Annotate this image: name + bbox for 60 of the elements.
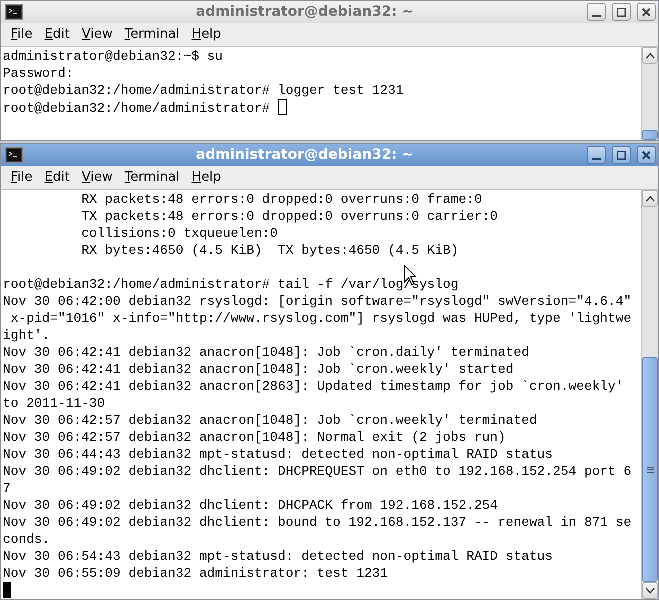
terminal-line: 7 xyxy=(3,481,11,496)
terminal-line: Nov 30 06:44:43 debian32 mpt-statusd: detected non-optimal RAID status xyxy=(3,447,554,462)
menu-item[interactable]: View xyxy=(76,24,119,44)
terminal-line: ight'. xyxy=(3,328,50,343)
minimize-button[interactable] xyxy=(587,146,606,164)
terminal-line: Nov 30 06:42:41 debian32 anacron[1048]: Job `cron.daily' terminated xyxy=(3,345,530,360)
scrollbar-thumb[interactable] xyxy=(642,357,658,582)
terminal-line: Password: xyxy=(3,66,74,81)
scrollbar-thumb[interactable] xyxy=(642,130,658,140)
terminal-line: root@debian32:/home/administrator# tail -f /var/log/syslog xyxy=(3,277,459,292)
terminal-line: Nov 30 06:42:41 debian32 anacron[1048]: Job `cron.weekly' started xyxy=(3,362,514,377)
menu-item[interactable]: Help xyxy=(186,24,228,44)
maximize-button[interactable] xyxy=(612,146,631,164)
terminal-line: Nov 30 06:55:09 debian32 administrator: test 1231 xyxy=(3,566,388,581)
terminal-line: Nov 30 06:42:57 debian32 anacron[1048]: Normal exit (2 jobs run) xyxy=(3,430,506,445)
maximize-icon xyxy=(617,8,626,16)
menu-item[interactable]: File xyxy=(5,168,39,188)
scroll-up-icon xyxy=(646,196,654,202)
scroll-up-icon xyxy=(646,52,654,58)
maximize-button[interactable] xyxy=(612,3,631,21)
terminal-line: TX packets:48 errors:0 dropped:0 overruns:0 carrier:0 xyxy=(80,209,498,224)
maximize-icon xyxy=(617,150,626,160)
close-icon xyxy=(642,150,651,160)
terminal-line: Nov 30 06:42:57 debian32 anacron[1048]: Job `cron.weekly' terminated xyxy=(3,413,538,428)
terminal-line: collisions:0 txqueuelen:0 xyxy=(80,226,278,241)
menu-item[interactable]: Help xyxy=(186,168,228,188)
terminal-line: Nov 30 06:49:02 debian32 dhclient: bound to 192.168.152.137 -- renewal in 871 se xyxy=(3,515,632,530)
close-button[interactable] xyxy=(637,146,656,164)
terminal-line: Nov 30 06:42:00 debian32 rsyslogd: [origin software="rsyslogd" swVersion="4.6.4" xyxy=(3,294,632,309)
terminal-line: x-pid="1016" x-info="http://www.rsyslog.com"] rsyslogd was HUPed, type 'lightwe xyxy=(10,311,632,326)
scrollbar[interactable] xyxy=(641,190,658,599)
terminal-line: Nov 30 06:54:43 debian32 mpt-statusd: detected non-optimal RAID status xyxy=(3,549,554,564)
terminal-line: root@debian32:/home/administrator# logger test 1231 xyxy=(3,83,404,98)
scroll-down-icon xyxy=(646,588,654,594)
menu-item[interactable]: View xyxy=(76,168,119,188)
scrollbar[interactable] xyxy=(641,47,658,140)
terminal-line: Nov 30 06:49:02 debian32 dhclient: DHCPREQUEST on eth0 to 192.168.152.254 port 6 xyxy=(3,464,632,479)
minimize-icon xyxy=(592,14,601,16)
terminal-line: Nov 30 06:42:41 debian32 anacron[2863]: Updated timestamp for job `cron.weekly' xyxy=(3,379,624,394)
menu-item[interactable]: Edit xyxy=(38,168,76,188)
menu-item[interactable]: Edit xyxy=(38,24,76,44)
close-icon xyxy=(642,8,651,16)
terminal-line: RX packets:48 errors:0 dropped:0 overruns:0 frame:0 xyxy=(80,192,482,207)
window-title: administrator@debian32: ~ xyxy=(195,2,415,22)
window-title: administrator@debian32: ~ xyxy=(195,146,415,164)
menu-item[interactable]: Terminal xyxy=(118,24,186,44)
minimize-icon xyxy=(592,158,601,160)
terminal-line: Nov 30 06:49:02 debian32 dhclient: DHCPACK from 192.168.152.254 xyxy=(3,498,498,513)
terminal-line: administrator@debian32:~$ su xyxy=(3,49,224,64)
close-button[interactable] xyxy=(637,3,656,21)
terminal-icon xyxy=(5,147,23,163)
terminal-line: root@debian32:/home/administrator# xyxy=(3,101,272,116)
terminal-line: conds. xyxy=(3,532,50,547)
menu-item[interactable]: Terminal xyxy=(118,168,186,188)
grip-icon xyxy=(646,466,654,472)
menu-item[interactable]: File xyxy=(5,24,39,44)
minimize-button[interactable] xyxy=(587,3,606,21)
terminal-line: RX bytes:4650 (4.5 KiB) TX bytes:4650 (4.5 KiB) xyxy=(80,243,459,258)
terminal-icon xyxy=(5,4,23,20)
terminal-line: to 2011-11-30 xyxy=(3,396,106,411)
